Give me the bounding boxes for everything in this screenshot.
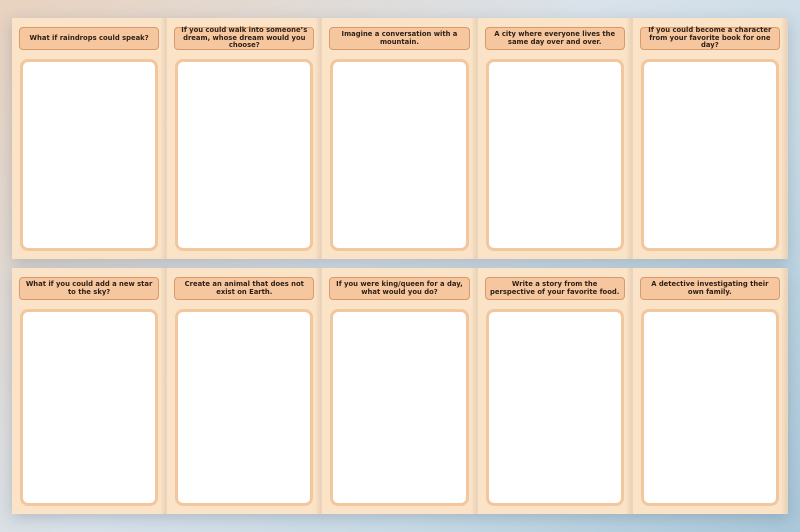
writing-area (640, 59, 779, 251)
prompt-card: What if raindrops could speak? (12, 18, 168, 259)
writing-area (20, 309, 159, 506)
prompt-card: Write a story from the perspective of yo… (477, 268, 633, 514)
writing-area (20, 59, 159, 251)
card-prompt: If you could walk into someone’s dream, … (174, 26, 315, 50)
prompt-card: Imagine a conversation with a mountain. (322, 18, 478, 259)
prompt-card: Create an animal that does not exist on … (167, 268, 323, 514)
card-prompt: A city where everyone lives the same day… (484, 27, 625, 50)
prompt-card: A detective investigating their own fami… (632, 268, 788, 514)
card-prompt: If you were king/queen for a day, what w… (329, 277, 470, 300)
card-prompt: Create an animal that does not exist on … (174, 277, 315, 300)
writing-area (175, 59, 314, 251)
card-sheet-top: What if raindrops could speak? If you co… (12, 18, 788, 259)
prompt-card: A city where everyone lives the same day… (477, 18, 633, 259)
writing-area (485, 309, 624, 506)
writing-area (330, 309, 469, 506)
card-prompt: What if raindrops could speak? (19, 27, 160, 50)
card-prompt: What if you could add a new star to the … (19, 277, 160, 300)
writing-area (175, 309, 314, 506)
writing-area (485, 59, 624, 251)
card-prompt: Write a story from the perspective of yo… (484, 277, 625, 300)
prompt-card: If you could become a character from you… (632, 18, 788, 259)
prompt-card: If you could walk into someone’s dream, … (167, 18, 323, 259)
writing-area (330, 59, 469, 251)
prompt-card: What if you could add a new star to the … (12, 268, 168, 514)
writing-area (640, 309, 779, 506)
card-prompt: Imagine a conversation with a mountain. (329, 27, 470, 50)
card-sheet-bottom: What if you could add a new star to the … (12, 268, 788, 514)
card-prompt: If you could become a character from you… (639, 26, 780, 50)
prompt-card: If you were king/queen for a day, what w… (322, 268, 478, 514)
card-prompt: A detective investigating their own fami… (639, 277, 780, 300)
